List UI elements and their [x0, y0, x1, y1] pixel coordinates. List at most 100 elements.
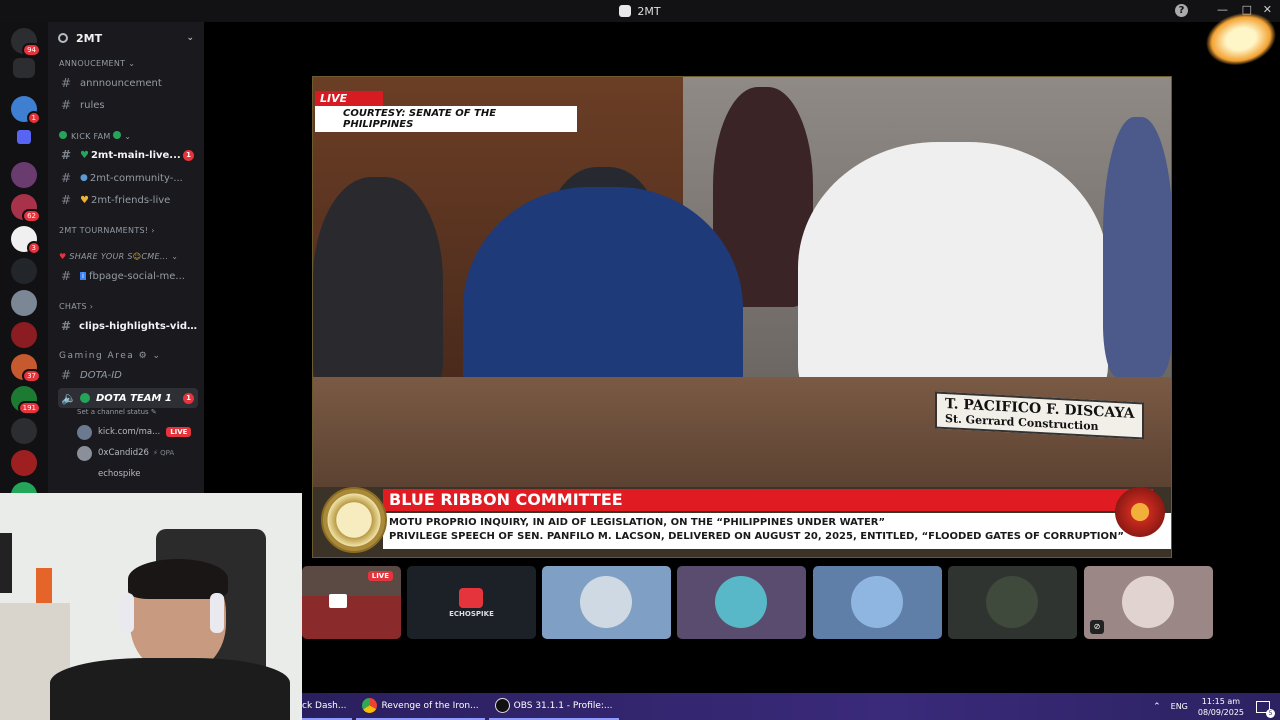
voice-user[interactable]: 0xCandid26 ⚡ QPA: [77, 444, 174, 462]
channel-label: rules: [80, 99, 105, 111]
server-item[interactable]: [11, 418, 37, 444]
lower-third: BLUE RIBBON COMMITTEE MOTU PROPRIO INQUI…: [313, 485, 1171, 557]
channel-rules[interactable]: # rules: [58, 95, 198, 115]
courtesy-banner: COURTESY: SENATE OF THE PHILIPPINES: [315, 106, 577, 132]
tile-label: ECHOSPIKE: [449, 610, 494, 618]
chevron-up-icon[interactable]: ⌃: [1153, 702, 1161, 712]
participant-tile[interactable]: [542, 566, 671, 639]
participant-tile[interactable]: [677, 566, 806, 639]
channel-status[interactable]: Set a channel status ✎: [77, 408, 157, 416]
server-name: 2MT: [76, 31, 103, 45]
heart-icon: ♥: [80, 149, 89, 161]
taskbar-item[interactable]: Revenge of the Iron...: [356, 693, 485, 720]
server-item[interactable]: [11, 450, 37, 476]
taskbar-item[interactable]: OBS 31.1.1 - Profile:...: [488, 693, 619, 720]
clock[interactable]: 11:15 am 08/09/2025: [1198, 696, 1244, 718]
voice-user-name: kick.com/ma...: [98, 427, 161, 437]
muted-mic-icon: ⊘: [1090, 620, 1104, 634]
taskbar: ck Dash... Revenge of the Iron... OBS 31…: [302, 693, 1280, 720]
hash-icon: #: [61, 171, 72, 185]
participant-tile[interactable]: ⊘: [1084, 566, 1213, 639]
direct-messages-icon[interactable]: 94: [11, 28, 41, 57]
category-share[interactable]: ♥ SHARE YOUR S☺CME... ⌄: [59, 252, 178, 261]
server-item[interactable]: [11, 162, 37, 188]
webcam-background: [36, 568, 52, 608]
channel-2mt-main-live[interactable]: # ♥ 2mt-main-live... 1: [58, 145, 198, 165]
taskbar-label: ck Dash...: [302, 700, 347, 711]
server-item[interactable]: [11, 322, 37, 348]
mention-badge: 37: [22, 369, 41, 383]
headline: BLUE RIBBON COMMITTEE: [383, 489, 1153, 511]
heart-icon: ♥: [59, 252, 67, 261]
voice-user[interactable]: echospike: [77, 465, 141, 483]
channel-2mt-friends-live[interactable]: # ♥ 2mt-friends-live: [58, 190, 198, 210]
hash-icon: #: [61, 193, 72, 207]
notification-icon[interactable]: 5: [1256, 700, 1275, 718]
live-tag: LIVE: [315, 91, 383, 106]
server-item[interactable]: [11, 290, 37, 316]
category-gaming-area[interactable]: Gaming Area ⚙ ⌄: [59, 351, 162, 361]
category-chats[interactable]: CHATS ›: [59, 302, 93, 311]
category-kick-fam[interactable]: KICK FAM ⌄: [59, 131, 131, 141]
minimize-icon[interactable]: —: [1217, 3, 1228, 16]
notification-count: 5: [1266, 708, 1275, 718]
window-title: 2MT: [637, 4, 661, 18]
server-item[interactable]: [11, 258, 37, 284]
folder-icon[interactable]: [17, 130, 31, 144]
server-item[interactable]: 191: [11, 386, 41, 415]
category-annoucement[interactable]: ANNOUCEMENT ⌄: [59, 59, 135, 68]
webcam-overlay: [0, 493, 302, 720]
server-item[interactable]: 62: [11, 194, 41, 223]
channel-dota-id[interactable]: # DOTA-ID: [58, 365, 198, 385]
channel-label: 2mt-main-live...: [90, 149, 181, 161]
inbox-icon[interactable]: [13, 58, 35, 78]
channel-label: 2mt-community-...: [89, 172, 183, 184]
chevron-down-icon: ⌄: [186, 33, 194, 43]
avatar: [77, 466, 92, 482]
channel-2mt-community[interactable]: # ● 2mt-community-...: [58, 168, 198, 188]
stream-video[interactable]: LIVE COURTESY: SENATE OF THE PHILIPPINES…: [312, 76, 1172, 558]
participant-tile[interactable]: ECHOSPIKE: [407, 566, 536, 639]
clock-time: 11:15 am: [1201, 696, 1241, 706]
live-badge: LIVE: [166, 427, 192, 437]
voice-user-name: 0xCandid26: [98, 448, 149, 458]
channel-label: fbpage-social-me...: [88, 270, 185, 282]
channel-annnouncement[interactable]: # annnouncement: [58, 73, 198, 93]
mention-badge: 3: [26, 241, 41, 255]
headphone-icon: [210, 593, 224, 633]
channel-label: DOTA TEAM 1: [96, 392, 172, 404]
hash-icon: #: [61, 76, 72, 90]
channel-fbpage-social[interactable]: # i fbpage-social-me...: [58, 266, 198, 286]
heart-icon: ♥: [80, 194, 89, 206]
mention-badge: 191: [17, 401, 41, 415]
server-item[interactable]: 3: [11, 226, 41, 255]
people-icon: ●: [80, 173, 88, 183]
voice-user-name: echospike: [98, 469, 141, 479]
participant-tile[interactable]: [813, 566, 942, 639]
channel-clips-highlights[interactable]: # clips-highlights-videos: [58, 316, 198, 336]
video-person: [1103, 117, 1171, 377]
help-icon[interactable]: ?: [1175, 4, 1188, 17]
controller-icon: [459, 588, 483, 608]
participant-tile[interactable]: LIVE: [302, 566, 401, 639]
unread-badge: 1: [183, 149, 194, 161]
unread-badge: 1: [183, 392, 194, 404]
status-dot-icon: [80, 393, 90, 403]
participant-tile[interactable]: [948, 566, 1077, 639]
voice-channel-dota-team-1[interactable]: 🔈 DOTA TEAM 1 1: [58, 388, 198, 408]
taskbar-item[interactable]: ck Dash...: [302, 693, 353, 720]
channel-sidebar: 2MT ⌄ ANNOUCEMENT ⌄ # annnouncement # ru…: [48, 22, 204, 494]
avatar: [77, 424, 92, 440]
server-item[interactable]: 1: [11, 96, 41, 125]
video-person: [313, 177, 443, 407]
server-header[interactable]: 2MT ⌄: [48, 22, 204, 54]
language-indicator[interactable]: ENG: [1171, 702, 1188, 711]
streamer-shirt: [50, 658, 290, 720]
category-tournaments[interactable]: 2MT TOURNAMENTS! ›: [59, 226, 155, 235]
avatar: [986, 576, 1038, 628]
channel-label: DOTA-ID: [80, 369, 122, 381]
voice-user[interactable]: kick.com/ma... LIVE: [77, 423, 192, 441]
server-item[interactable]: 37: [11, 354, 41, 383]
hash-icon: #: [61, 368, 72, 382]
caption-line: MOTU PROPRIO INQUIRY, IN AID OF LEGISLAT…: [389, 517, 886, 528]
